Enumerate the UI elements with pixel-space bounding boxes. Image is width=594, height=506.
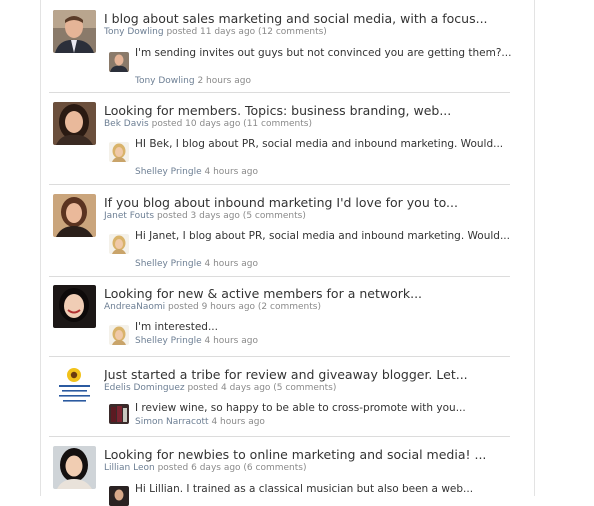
asian-woman-photo-icon	[53, 446, 96, 489]
reply-avatar[interactable]	[109, 486, 129, 506]
discussion-meta: Tony Dowling posted 11 days ago (12 comm…	[104, 26, 514, 39]
reply-meta: Shelley Pringle 4 hours ago	[135, 258, 258, 270]
woman-brown-hair-photo-icon	[53, 194, 96, 237]
blonde-woman-photo-icon	[109, 325, 129, 345]
reply-avatar[interactable]	[109, 404, 129, 424]
posted-info: posted 10 days ago (11 comments)	[151, 119, 312, 129]
discussion-title[interactable]: Looking for members. Topics: business br…	[104, 102, 514, 119]
author-avatar[interactable]	[53, 102, 96, 145]
posted-info: posted 4 days ago (5 comments)	[187, 383, 337, 393]
posted-info: posted 9 hours ago (2 comments)	[168, 302, 321, 312]
blonde-woman-photo-icon	[109, 142, 129, 162]
discussion-thread: Looking for newbies to online marketing …	[49, 446, 510, 506]
wine-photo-icon	[109, 404, 129, 424]
reply-excerpt[interactable]: HI Bek, I blog about PR, social media an…	[135, 138, 515, 151]
author-link[interactable]: Edelis Dominguez	[104, 383, 185, 393]
author-avatar[interactable]	[53, 194, 96, 237]
author-avatar[interactable]	[53, 10, 96, 53]
reply-meta: Simon Narracott 4 hours ago	[135, 416, 265, 428]
blonde-woman-photo-icon	[109, 234, 129, 254]
reply-excerpt[interactable]: I review wine, so happy to be able to cr…	[135, 402, 515, 415]
tribe-discussions-panel: I blog about sales marketing and social …	[40, 0, 535, 506]
discussion-meta: AndreaNaomi posted 9 hours ago (2 commen…	[104, 301, 514, 314]
reply-avatar[interactable]	[109, 142, 129, 162]
reply-avatar[interactable]	[109, 234, 129, 254]
reply-meta: Shelley Pringle 4 hours ago	[135, 335, 258, 347]
posted-info: posted 11 days ago (12 comments)	[166, 27, 327, 37]
author-link[interactable]: Bek Davis	[104, 119, 149, 129]
reply-excerpt[interactable]: I'm interested...	[135, 321, 515, 334]
discussion-meta: Lillian Leon posted 6 days ago (6 commen…	[104, 462, 514, 475]
reply-author-link[interactable]: Tony Dowling	[135, 76, 195, 86]
reply-meta: Shelley Pringle 4 hours ago	[135, 166, 258, 178]
discussion-thread: Looking for members. Topics: business br…	[49, 102, 510, 185]
discussion-thread: I blog about sales marketing and social …	[49, 10, 511, 93]
author-avatar[interactable]	[53, 366, 96, 409]
discussion-thread: If you blog about inbound marketing I'd …	[49, 194, 510, 277]
reply-time: 4 hours ago	[204, 167, 258, 177]
reply-time: 4 hours ago	[211, 417, 265, 427]
reply-author-link[interactable]: Shelley Pringle	[135, 259, 202, 269]
sunflower-blog-logo-icon	[53, 366, 96, 409]
discussion-thread: Just started a tribe for review and give…	[49, 366, 510, 437]
reply-author-link[interactable]: Shelley Pringle	[135, 167, 202, 177]
author-link[interactable]: Janet Fouts	[104, 211, 154, 221]
man-in-suit-photo-icon	[53, 10, 96, 53]
reply-time: 4 hours ago	[204, 336, 258, 346]
reply-author-link[interactable]: Shelley Pringle	[135, 336, 202, 346]
woman-dark-hair-photo-icon	[53, 102, 96, 145]
posted-info: posted 3 days ago (5 comments)	[156, 211, 306, 221]
smiling-woman-photo-icon	[53, 285, 96, 328]
reply-excerpt[interactable]: Hi Janet, I blog about PR, social media …	[135, 230, 515, 243]
reply-meta: Tony Dowling 2 hours ago	[135, 75, 251, 87]
reply-excerpt[interactable]: I'm sending invites out guys but not con…	[135, 47, 515, 60]
reply-avatar[interactable]	[109, 325, 129, 345]
musician-photo-icon	[109, 486, 129, 506]
author-avatar[interactable]	[53, 285, 96, 328]
author-link[interactable]: AndreaNaomi	[104, 302, 165, 312]
author-link[interactable]: Lillian Leon	[104, 463, 155, 473]
discussion-title[interactable]: Just started a tribe for review and give…	[104, 366, 514, 383]
discussion-title[interactable]: If you blog about inbound marketing I'd …	[104, 194, 514, 211]
author-avatar[interactable]	[53, 446, 96, 489]
reply-avatar[interactable]	[109, 52, 129, 72]
discussion-meta: Bek Davis posted 10 days ago (11 comment…	[104, 118, 514, 131]
posted-info: posted 6 days ago (6 comments)	[157, 463, 307, 473]
reply-time: 2 hours ago	[197, 76, 251, 86]
discussion-title[interactable]: I blog about sales marketing and social …	[104, 10, 514, 27]
reply-author-link[interactable]: Simon Narracott	[135, 417, 209, 427]
discussion-thread: Looking for new & active members for a n…	[49, 285, 510, 357]
reply-time: 4 hours ago	[204, 259, 258, 269]
author-link[interactable]: Tony Dowling	[104, 27, 164, 37]
reply-excerpt[interactable]: Hi Lillian. I trained as a classical mus…	[135, 483, 515, 496]
man-in-suit-photo-icon	[109, 52, 129, 72]
discussion-title[interactable]: Looking for newbies to online marketing …	[104, 446, 514, 463]
discussion-meta: Edelis Dominguez posted 4 days ago (5 co…	[104, 382, 514, 395]
discussion-title[interactable]: Looking for new & active members for a n…	[104, 285, 514, 302]
discussion-meta: Janet Fouts posted 3 days ago (5 comment…	[104, 210, 514, 223]
